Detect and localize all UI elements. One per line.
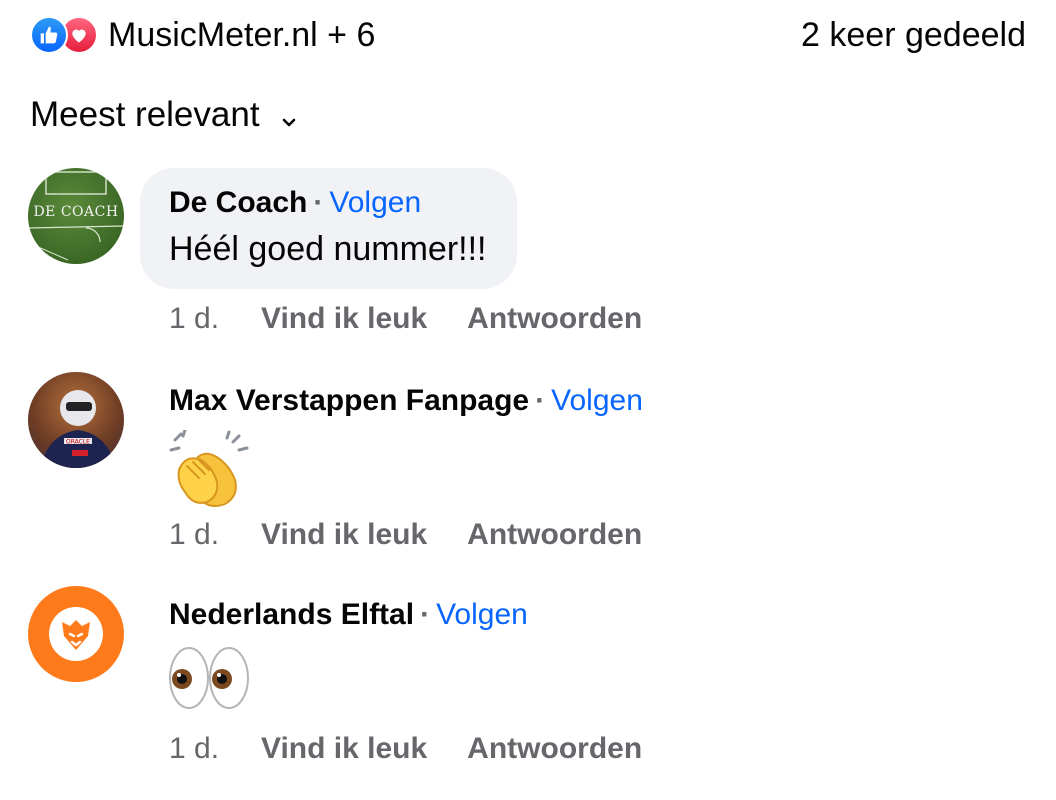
chevron-down-icon — [282, 97, 296, 137]
like-button[interactable]: Vind ik leuk — [261, 518, 427, 552]
reaction-summary[interactable]: MusicMeter.nl + 6 — [30, 16, 375, 55]
reaction-icons — [30, 16, 98, 54]
like-icon — [30, 16, 68, 54]
avatar-label: DE COACH — [33, 204, 119, 220]
shares-count[interactable]: 2 keer gedeeld — [801, 16, 1026, 55]
avatar[interactable] — [28, 586, 124, 682]
comment-time[interactable]: 1 d. — [169, 732, 261, 766]
reaction-summary-text[interactable]: MusicMeter.nl + 6 — [108, 16, 375, 55]
comment-actions: 1 d. Vind ik leuk Antwoorden — [169, 732, 642, 766]
lion-icon — [49, 607, 103, 661]
sort-dropdown[interactable]: Meest relevant — [30, 93, 296, 137]
follow-button[interactable]: Volgen — [329, 186, 421, 219]
avatar[interactable]: ORACLE — [28, 372, 124, 468]
clapping-hands-icon — [169, 428, 643, 515]
avatar[interactable]: DE COACH — [28, 168, 124, 264]
reply-button[interactable]: Antwoorden — [467, 518, 642, 552]
comment-bubble: De Coach · Volgen Héél goed nummer!!! — [140, 168, 517, 289]
separator-dot: · — [535, 384, 546, 417]
comment-text: Héél goed nummer!!! — [169, 230, 487, 268]
eyes-icon — [169, 646, 528, 715]
comment-body: Max Verstappen Fanpage · Volgen — [169, 372, 643, 515]
reply-button[interactable]: Antwoorden — [467, 302, 642, 336]
follow-button[interactable]: Volgen — [551, 384, 643, 417]
sort-label: Meest relevant — [30, 95, 260, 134]
like-button[interactable]: Vind ik leuk — [261, 302, 427, 336]
like-button[interactable]: Vind ik leuk — [261, 732, 427, 766]
comment-header: Max Verstappen Fanpage · Volgen — [169, 384, 643, 418]
comment-actions: 1 d. Vind ik leuk Antwoorden — [169, 518, 642, 552]
comment-actions: 1 d. Vind ik leuk Antwoorden — [169, 302, 642, 336]
comment-header: Nederlands Elftal · Volgen — [169, 598, 528, 632]
comment-header: De Coach · Volgen — [169, 186, 487, 220]
comment-body: Nederlands Elftal · Volgen — [169, 586, 528, 715]
separator-dot: · — [420, 598, 431, 631]
author-name[interactable]: Max Verstappen Fanpage — [169, 384, 529, 417]
author-name[interactable]: Nederlands Elftal — [169, 598, 414, 631]
comment-time[interactable]: 1 d. — [169, 518, 261, 552]
reactions-bar: MusicMeter.nl + 6 2 keer gedeeld — [30, 12, 1026, 58]
svg-text:ORACLE: ORACLE — [66, 439, 90, 446]
reply-button[interactable]: Antwoorden — [467, 732, 642, 766]
comment-time[interactable]: 1 d. — [169, 302, 261, 336]
separator-dot: · — [313, 186, 324, 219]
follow-button[interactable]: Volgen — [436, 598, 528, 631]
author-name[interactable]: De Coach — [169, 186, 307, 219]
